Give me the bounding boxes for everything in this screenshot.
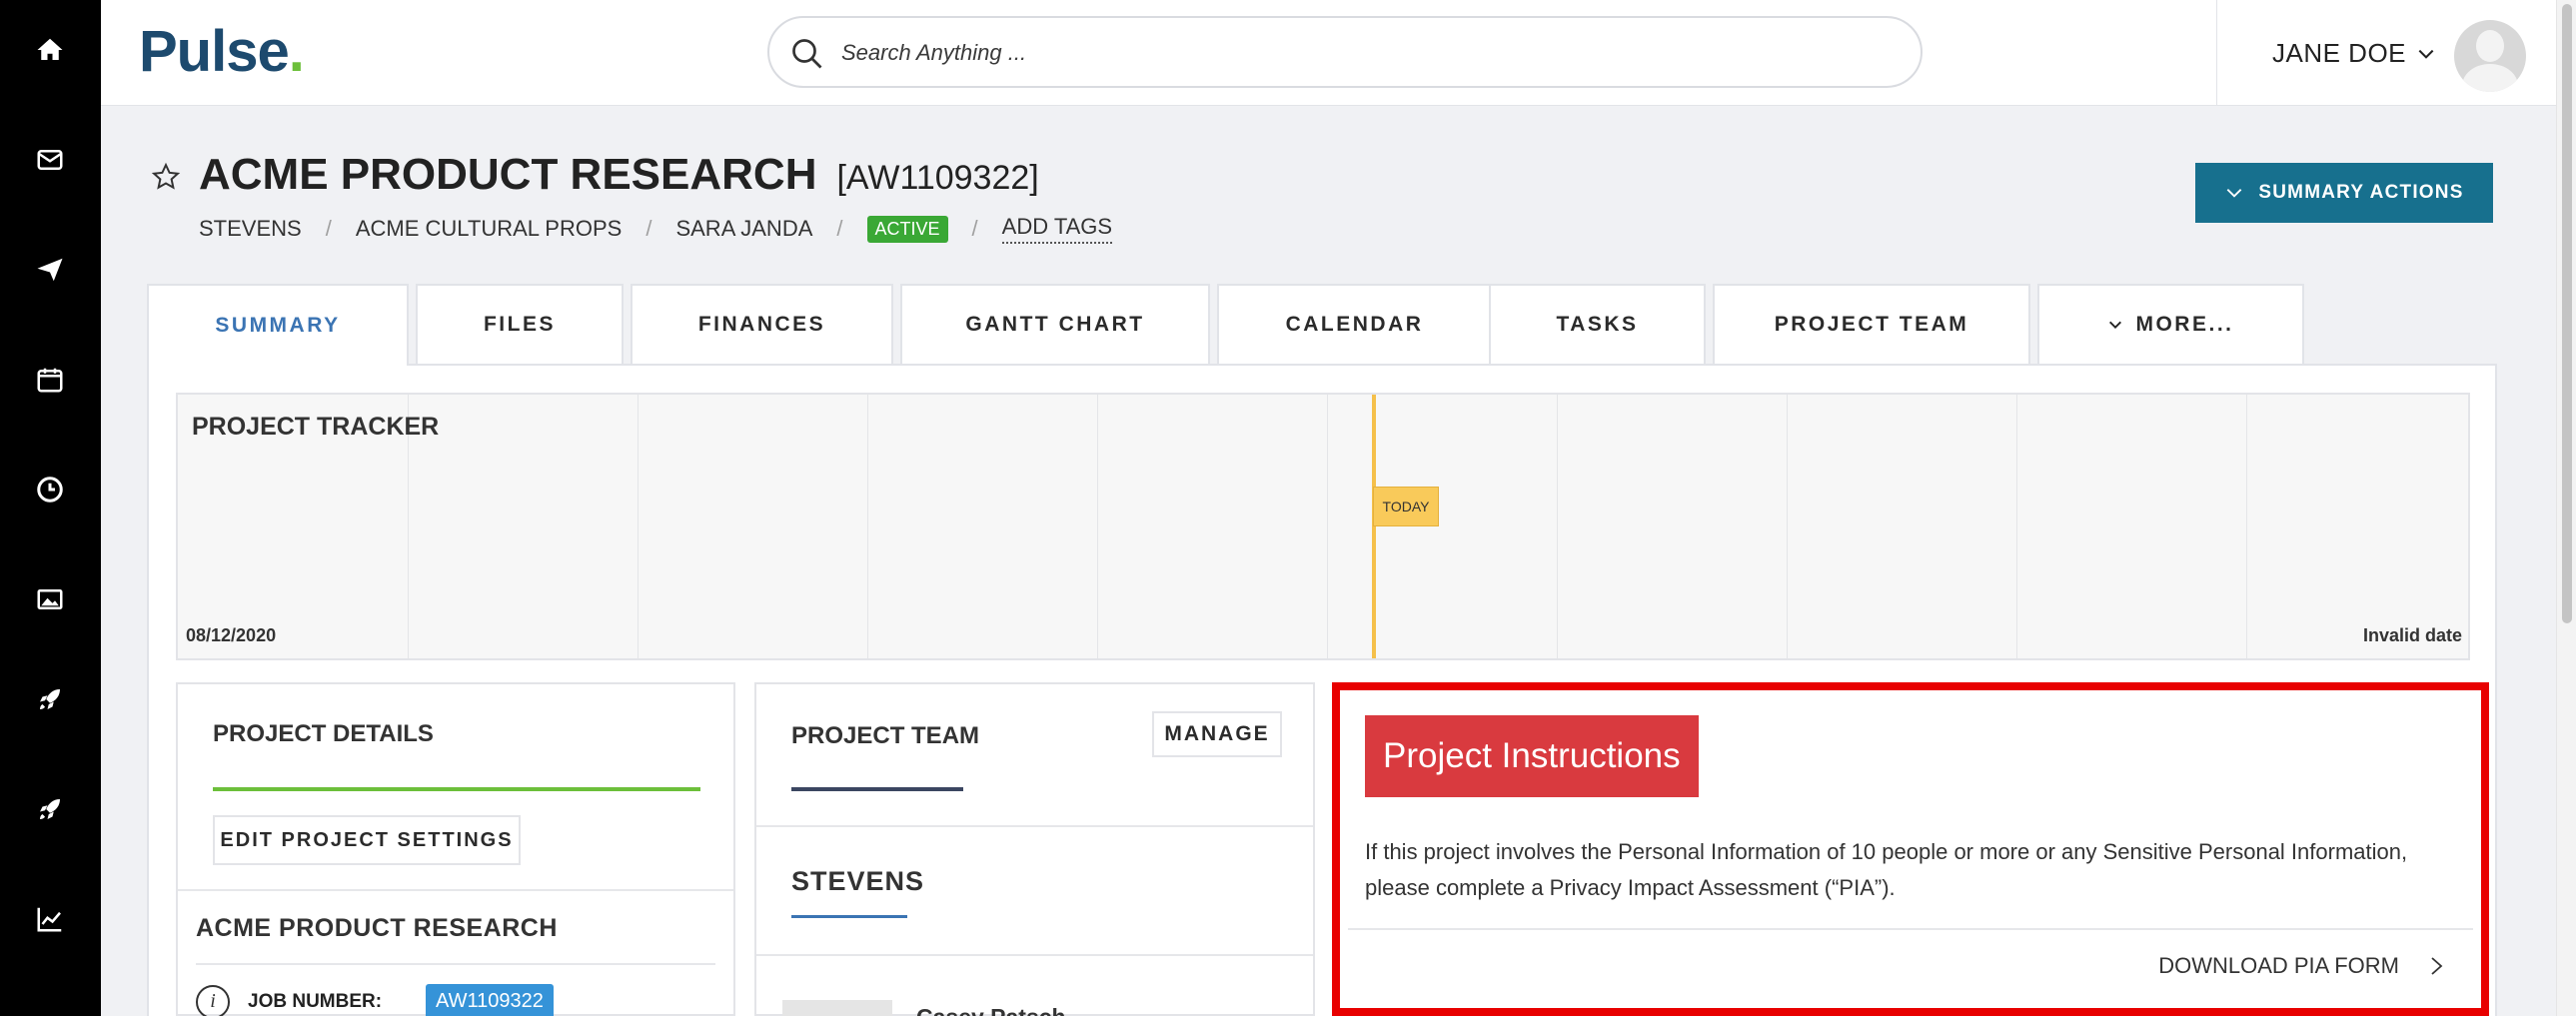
project-title: ACME PRODUCT RESEARCH xyxy=(199,150,817,199)
summary-actions-button[interactable]: SUMMARY ACTIONS xyxy=(2195,163,2493,223)
top-header: Pulse. JANE DOE xyxy=(101,0,2556,106)
info-icon: i xyxy=(196,984,230,1016)
job-number-row: i JOB NUMBER: AW1109322 xyxy=(196,984,554,1016)
page-scrollbar[interactable] xyxy=(2556,0,2576,1016)
tracker-title: PROJECT TRACKER xyxy=(192,413,440,441)
details-underline xyxy=(213,787,700,791)
pulse-logo[interactable]: Pulse. xyxy=(139,18,305,85)
member-avatar xyxy=(782,1000,892,1016)
breadcrumb-owner[interactable]: SARA JANDA xyxy=(675,216,812,242)
send-icon[interactable] xyxy=(26,246,74,294)
download-pia-form-link[interactable]: DOWNLOAD PIA FORM xyxy=(2158,953,2445,979)
search-icon xyxy=(792,39,822,69)
scrollbar-thumb[interactable] xyxy=(2562,4,2572,623)
tab-project-team[interactable]: PROJECT TEAM xyxy=(1713,284,2030,364)
header-divider xyxy=(2216,0,2217,106)
breadcrumb-brand[interactable]: ACME CULTURAL PROPS xyxy=(356,216,623,242)
instructions-title: Project Instructions xyxy=(1365,715,1699,797)
job-number-label: JOB NUMBER: xyxy=(248,990,383,1012)
edit-project-settings-button[interactable]: EDIT PROJECT SETTINGS xyxy=(213,815,521,865)
clock-icon[interactable] xyxy=(26,466,74,513)
tab-summary[interactable]: SUMMARY xyxy=(147,284,409,366)
tab-tasks[interactable]: TASKS xyxy=(1489,284,1706,364)
team-title: PROJECT TEAM xyxy=(791,722,980,749)
image-icon[interactable] xyxy=(26,575,74,623)
divider xyxy=(178,889,733,891)
page-title: ACME PRODUCT RESEARCH [AW1109322] xyxy=(199,150,1039,200)
star-icon[interactable] xyxy=(151,162,181,192)
divider xyxy=(756,825,1313,827)
chevron-down-icon xyxy=(2109,321,2122,329)
instructions-text: If this project involves the Personal In… xyxy=(1365,839,2408,900)
project-code: [AW1109322] xyxy=(836,159,1039,197)
chevron-right-icon xyxy=(2431,957,2443,975)
user-menu[interactable]: JANE DOE xyxy=(2272,38,2436,69)
tab-gantt-chart[interactable]: GANTT CHART xyxy=(900,284,1210,364)
team-group-name[interactable]: STEVENS xyxy=(791,866,924,897)
home-icon[interactable] xyxy=(26,26,74,74)
tab-calendar[interactable]: CALENDAR xyxy=(1217,284,1492,364)
project-instructions-card: Project Instructions If this project inv… xyxy=(1332,682,2489,1016)
breadcrumb-client[interactable]: STEVENS xyxy=(199,216,302,242)
today-marker xyxy=(1372,395,1376,658)
job-number-badge: AW1109322 xyxy=(426,984,554,1016)
chevron-down-icon xyxy=(2418,49,2434,59)
project-tracker: PROJECT TRACKER 08/12/2020 Invalid date … xyxy=(176,393,2470,660)
status-badge: ACTIVE xyxy=(866,215,948,243)
details-project-name: ACME PRODUCT RESEARCH xyxy=(196,914,558,942)
search-input[interactable] xyxy=(841,34,1881,72)
divider xyxy=(756,954,1313,956)
add-tags-link[interactable]: ADD TAGS xyxy=(1001,214,1113,244)
tracker-start-date: 08/12/2020 xyxy=(186,625,277,645)
mail-icon[interactable] xyxy=(26,136,74,184)
details-title: PROJECT DETAILS xyxy=(213,720,434,747)
divider xyxy=(196,963,715,965)
team-group-underline xyxy=(791,915,907,918)
tracker-end-date: Invalid date xyxy=(2362,625,2462,645)
breadcrumb: STEVENS / ACME CULTURAL PROPS / SARA JAN… xyxy=(199,214,1113,244)
today-label: TODAY xyxy=(1373,487,1439,526)
tab-finances[interactable]: FINANCES xyxy=(631,284,893,364)
user-name: JANE DOE xyxy=(2272,38,2407,68)
member-name[interactable]: Casey Patsch xyxy=(916,1004,1066,1016)
project-details-card: PROJECT DETAILS EDIT PROJECT SETTINGS AC… xyxy=(176,682,735,1016)
rocket-icon[interactable] xyxy=(26,675,74,723)
tab-files[interactable]: FILES xyxy=(416,284,624,364)
project-team-card: PROJECT TEAM MANAGE STEVENS Casey Patsch xyxy=(754,682,1315,1016)
team-underline xyxy=(791,787,963,791)
rocket-icon[interactable] xyxy=(26,785,74,833)
chevron-down-icon xyxy=(2227,189,2242,198)
divider xyxy=(1348,928,2473,930)
avatar[interactable] xyxy=(2454,20,2526,92)
left-sidebar xyxy=(0,0,101,1016)
search-bar[interactable] xyxy=(767,16,1923,88)
tab-more[interactable]: MORE... xyxy=(2037,284,2304,364)
chart-line-icon[interactable] xyxy=(26,895,74,943)
calendar-icon[interactable] xyxy=(26,356,74,404)
manage-team-button[interactable]: MANAGE xyxy=(1152,711,1282,757)
